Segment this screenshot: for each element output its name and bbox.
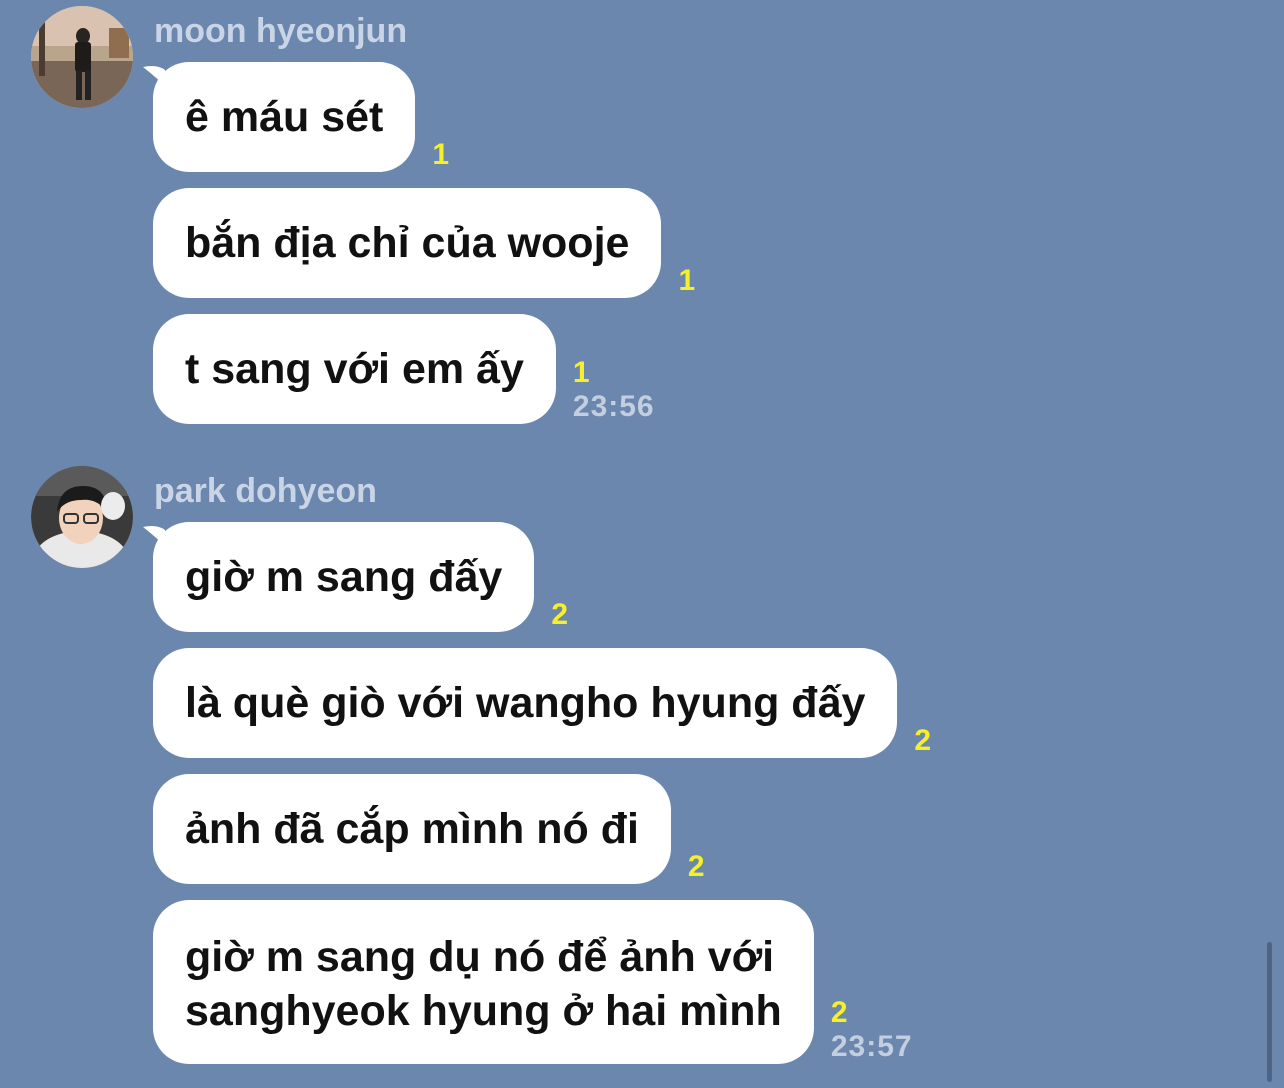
message-meta: 1 (678, 264, 695, 298)
message-bubble[interactable]: là què giò với wangho hyung đấy (153, 648, 898, 758)
message-text-line: giờ m sang dụ nó để ảnh với (185, 933, 775, 981)
sender-name: park dohyeon (154, 472, 377, 510)
message-meta: 2 (688, 850, 705, 884)
unread-count: 1 (432, 138, 450, 171)
sender-name: moon hyeonjun (154, 12, 408, 50)
message-text: bắn địa chỉ của wooje (185, 218, 630, 267)
message-bubble[interactable]: ê máu sét (143, 62, 416, 172)
message-row: t sang với em ấy 1 23:56 (153, 314, 655, 424)
scrollbar[interactable] (1267, 942, 1272, 1082)
message-text: ảnh đã cắp mình nó đi (185, 804, 639, 853)
message-text-line: sanghyeok hyung ở hai mình (185, 987, 782, 1035)
message-meta: 2 23:57 (831, 996, 913, 1064)
unread-count: 2 (687, 850, 705, 883)
unread-count: 2 (914, 724, 932, 757)
unread-count: 1 (572, 356, 590, 389)
avatar-park-dohyeon[interactable] (31, 466, 133, 568)
message-text: ê máu sét (185, 92, 384, 141)
message-bubble[interactable]: giờ m sang đấy (143, 522, 535, 632)
message-row: giờ m sang dụ nó để ảnh với sanghyeok hy… (153, 900, 913, 1064)
message-bubble[interactable]: ảnh đã cắp mình nó đi (153, 774, 671, 884)
message-bubble[interactable]: bắn địa chỉ của wooje (153, 188, 662, 298)
message-row: bắn địa chỉ của wooje 1 (153, 188, 695, 298)
unread-count: 1 (678, 264, 696, 297)
message-row: giờ m sang đấy 2 (143, 522, 568, 632)
message-meta: 2 (914, 724, 931, 758)
message-row: ảnh đã cắp mình nó đi 2 (153, 774, 705, 884)
message-meta: 2 (551, 598, 568, 632)
message-text: giờ m sang đấy (185, 552, 503, 601)
message-text: giờ m sang dụ nó để ảnh với sanghyeok hy… (185, 930, 782, 1038)
message-text: là què giò với wangho hyung đấy (185, 678, 866, 727)
message-timestamp: 23:56 (572, 390, 655, 423)
unread-count: 2 (551, 598, 569, 631)
message-text: t sang với em ấy (185, 344, 524, 393)
message-bubble[interactable]: t sang với em ấy (153, 314, 556, 424)
message-timestamp: 23:57 (830, 1030, 913, 1063)
bubble-tail (143, 526, 167, 548)
message-row: ê máu sét 1 (143, 62, 449, 172)
unread-count: 2 (830, 996, 848, 1029)
message-meta: 1 (432, 138, 449, 172)
message-row: là què giò với wangho hyung đấy 2 (153, 648, 931, 758)
message-bubble[interactable]: giờ m sang dụ nó để ảnh với sanghyeok hy… (153, 900, 814, 1064)
bubble-tail (143, 66, 167, 88)
avatar-moon-hyeonjun[interactable] (31, 6, 133, 108)
message-meta: 1 23:56 (573, 356, 655, 424)
